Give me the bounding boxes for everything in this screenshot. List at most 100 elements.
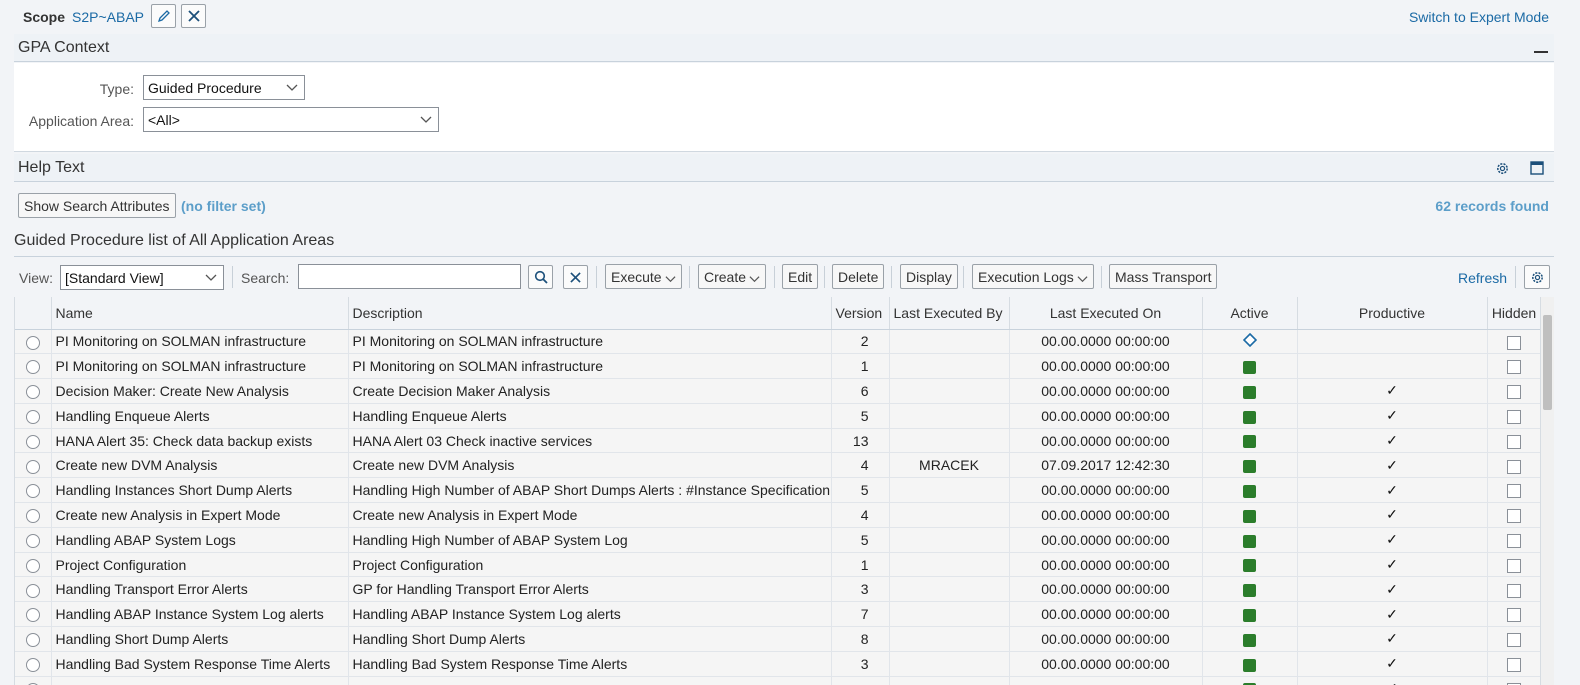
hidden-checkbox[interactable]	[1507, 633, 1521, 648]
gear-icon[interactable]	[1495, 161, 1510, 176]
hidden-checkbox[interactable]	[1507, 360, 1521, 375]
hidden-cell[interactable]	[1487, 353, 1540, 380]
table-row[interactable]: Decision Maker: Create New Analysis Creat…	[15, 378, 1540, 404]
scrollbar-thumb[interactable]	[1543, 315, 1552, 410]
table-row[interactable]: Handling Transport Error Alerts GP for Ha…	[15, 576, 1540, 603]
hidden-cell[interactable]	[1487, 626, 1540, 652]
table-row[interactable]: PI Monitoring on SOLMAN infrastructure PI…	[15, 329, 1540, 355]
execution-logs-menu-button[interactable]: Execution Logs	[972, 264, 1094, 289]
row-radio[interactable]	[25, 360, 40, 375]
row-radio[interactable]	[25, 409, 40, 424]
row-select-cell[interactable]	[15, 651, 52, 677]
row-select-cell[interactable]	[15, 378, 52, 404]
row-radio[interactable]	[25, 633, 40, 648]
table-row[interactable]: Handling ABAP Instance System Log alerts…	[15, 601, 1540, 628]
row-select-cell[interactable]	[15, 329, 52, 355]
hidden-checkbox[interactable]	[1507, 385, 1521, 400]
hidden-cell[interactable]	[1487, 552, 1540, 578]
row-radio[interactable]	[25, 335, 40, 350]
hidden-checkbox[interactable]	[1507, 509, 1521, 524]
row-radio[interactable]	[25, 533, 40, 548]
hidden-checkbox[interactable]	[1507, 583, 1521, 598]
type-select[interactable]: Guided Procedure	[143, 75, 305, 100]
hidden-cell[interactable]	[1487, 477, 1540, 504]
table-row[interactable]: ✓	[15, 676, 1540, 685]
row-radio[interactable]	[25, 484, 40, 499]
table-row[interactable]: Handling Enqueue Alerts Handling Enqueue …	[15, 403, 1540, 429]
application-area-select[interactable]: <All>	[143, 107, 439, 132]
row-select-cell[interactable]	[15, 527, 52, 553]
table-row[interactable]: Handling Instances Short Dump Alerts Hand…	[15, 477, 1540, 504]
row-select-cell[interactable]	[15, 353, 52, 380]
row-radio[interactable]	[25, 385, 40, 400]
row-radio[interactable]	[25, 608, 40, 623]
delete-button[interactable]: Delete	[832, 264, 885, 289]
hidden-cell[interactable]	[1487, 329, 1540, 355]
hidden-cell[interactable]	[1487, 576, 1540, 603]
column-header-last-executed-on[interactable]: Last Executed On	[1009, 297, 1203, 330]
collapse-icon[interactable]	[1534, 50, 1548, 54]
hidden-checkbox[interactable]	[1507, 335, 1521, 350]
row-select-cell[interactable]	[15, 403, 52, 429]
row-select-cell[interactable]	[15, 626, 52, 652]
switch-expert-mode-link[interactable]: Switch to Expert Mode	[1409, 9, 1549, 25]
table-row[interactable]: PI Monitoring on SOLMAN infrastructure PI…	[15, 353, 1540, 380]
row-select-cell[interactable]	[15, 601, 52, 628]
execute-menu-button[interactable]: Execute	[605, 264, 682, 289]
hidden-cell[interactable]	[1487, 428, 1540, 454]
hidden-checkbox[interactable]	[1507, 657, 1521, 672]
row-select-cell[interactable]	[15, 502, 52, 528]
hidden-cell[interactable]	[1487, 378, 1540, 404]
table-row[interactable]: HANA Alert 35: Check data backup exists H…	[15, 428, 1540, 454]
vertical-scrollbar[interactable]	[1540, 297, 1554, 685]
row-radio[interactable]	[25, 558, 40, 573]
display-button[interactable]: Display	[900, 264, 958, 289]
hidden-cell[interactable]	[1487, 527, 1540, 553]
column-header-version[interactable]: Version	[831, 297, 890, 330]
create-menu-button[interactable]: Create	[698, 264, 767, 289]
maximize-icon[interactable]	[1530, 161, 1544, 175]
table-row[interactable]: Project Configuration Project Configurati…	[15, 552, 1540, 578]
row-radio[interactable]	[25, 657, 40, 672]
column-header-active[interactable]: Active	[1202, 297, 1298, 330]
row-radio[interactable]	[25, 509, 40, 524]
hidden-cell[interactable]	[1487, 403, 1540, 429]
edit-button[interactable]: Edit	[782, 264, 819, 289]
refresh-link[interactable]: Refresh	[1458, 270, 1507, 286]
table-row[interactable]: Handling Short Dump Alerts Handling Short…	[15, 626, 1540, 652]
hidden-cell[interactable]	[1487, 651, 1540, 677]
hidden-cell[interactable]	[1487, 452, 1540, 479]
hidden-checkbox[interactable]	[1507, 459, 1521, 474]
row-select-cell[interactable]	[15, 576, 52, 603]
view-select[interactable]: [Standard View]	[60, 265, 224, 290]
table-row[interactable]: Handling Bad System Response Time Alerts…	[15, 651, 1540, 677]
table-settings-button[interactable]	[1524, 265, 1550, 289]
hidden-cell[interactable]	[1487, 601, 1540, 628]
scope-value-link[interactable]: S2P~ABAP	[72, 9, 144, 25]
edit-scope-button[interactable]	[151, 4, 176, 28]
search-input[interactable]	[298, 264, 521, 289]
hidden-checkbox[interactable]	[1507, 409, 1521, 424]
column-header-hidden[interactable]: Hidden	[1487, 297, 1540, 330]
row-select-cell[interactable]	[15, 676, 52, 685]
hidden-cell[interactable]	[1487, 502, 1540, 528]
row-select-cell[interactable]	[15, 552, 52, 578]
column-header-description[interactable]: Description	[348, 297, 832, 330]
clear-search-button[interactable]	[563, 265, 588, 289]
column-header-name[interactable]: Name	[51, 297, 349, 330]
show-search-attributes-button[interactable]: Show Search Attributes	[18, 193, 176, 218]
row-radio[interactable]	[25, 583, 40, 598]
table-row[interactable]: Create new Analysis in Expert Mode Create…	[15, 502, 1540, 528]
hidden-checkbox[interactable]	[1507, 608, 1521, 623]
hidden-checkbox[interactable]	[1507, 434, 1521, 449]
hidden-cell[interactable]	[1487, 676, 1540, 685]
mass-transport-button[interactable]: Mass Transport	[1109, 264, 1218, 289]
row-select-cell[interactable]	[15, 452, 52, 479]
column-header-last-executed-by[interactable]: Last Executed By	[889, 297, 1010, 330]
row-radio[interactable]	[25, 459, 40, 474]
row-select-cell[interactable]	[15, 477, 52, 504]
column-header-productive[interactable]: Productive	[1297, 297, 1488, 330]
clear-scope-button[interactable]	[181, 4, 206, 28]
row-select-cell[interactable]	[15, 428, 52, 454]
table-row[interactable]: Handling ABAP System Logs Handling High N…	[15, 527, 1540, 553]
